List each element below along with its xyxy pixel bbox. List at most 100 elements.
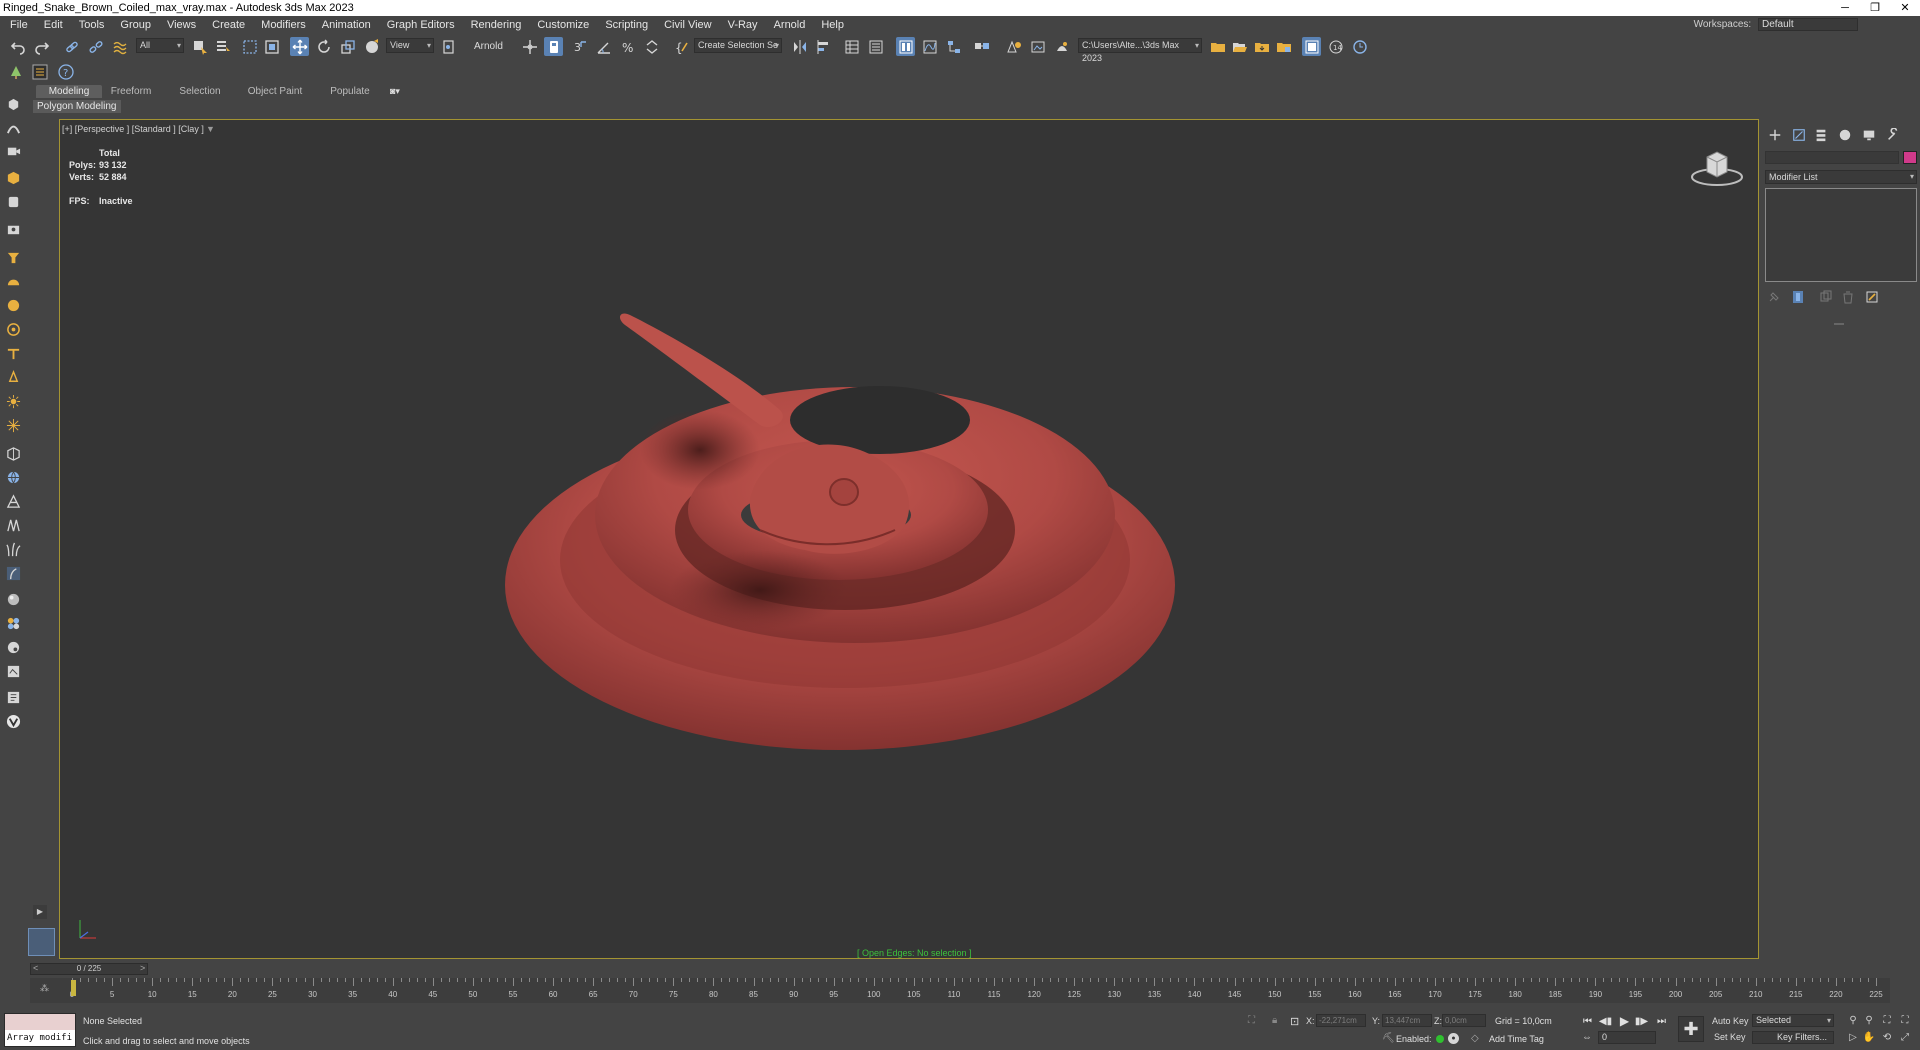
menu-vray[interactable]: V-Ray [720, 19, 766, 31]
save-folder-icon[interactable] [1252, 37, 1271, 56]
create-shape-icon[interactable] [4, 118, 22, 136]
hierarchy-tab-icon[interactable] [1812, 126, 1829, 143]
menu-file[interactable]: File [0, 19, 36, 31]
tab-populate[interactable]: Populate [322, 85, 378, 98]
link-icon[interactable] [62, 37, 81, 56]
go-to-end-icon[interactable]: ⏭ [1654, 1015, 1669, 1028]
viewport-layout-thumbnail[interactable] [28, 928, 55, 956]
previous-frame-icon[interactable]: ◀▮ [1598, 1015, 1613, 1028]
create-box-icon[interactable] [4, 168, 22, 186]
create-light-icon[interactable] [4, 248, 22, 266]
snaps-toggle-icon[interactable]: 3 [570, 37, 589, 56]
pan-view-icon[interactable]: ✋ [1862, 1031, 1876, 1045]
maximize-viewport-icon[interactable]: ⤢ [1898, 1031, 1912, 1045]
set-key-icon[interactable]: ✚ [1678, 1016, 1704, 1042]
adaptive-degradation-icon[interactable]: ● [1448, 1033, 1459, 1044]
asset-folder-icon[interactable] [1274, 37, 1293, 56]
track-bar-menu-icon[interactable]: ⁂ [40, 983, 49, 994]
go-to-start-icon[interactable]: ⏮ [1580, 1015, 1595, 1028]
viewport-layout-icon[interactable] [1302, 37, 1321, 56]
open-folder-icon[interactable] [1230, 37, 1249, 56]
modifier-list-dropdown[interactable]: Modifier List [1765, 170, 1917, 184]
scene-tree-icon[interactable] [6, 62, 25, 81]
close-button[interactable]: ✕ [1890, 0, 1920, 16]
align-icon[interactable] [814, 37, 833, 56]
render-setup-icon[interactable] [1004, 37, 1023, 56]
undo-icon[interactable] [8, 37, 27, 56]
spot-light-icon[interactable] [4, 344, 22, 362]
modify-tab-icon[interactable] [1790, 126, 1807, 143]
selection-filter-dropdown[interactable]: All [136, 38, 184, 53]
make-unique-icon[interactable] [1819, 290, 1833, 304]
window-crossing-icon[interactable] [262, 37, 281, 56]
proxy-icon[interactable] [4, 516, 22, 534]
current-frame-marker[interactable] [71, 980, 76, 996]
outliner-icon[interactable] [30, 62, 49, 81]
material-library-icon[interactable] [4, 614, 22, 632]
modifier-stack[interactable] [1765, 188, 1917, 282]
enabled-indicator[interactable] [1436, 1035, 1444, 1043]
ribbon-options-icon[interactable]: ◙▾ [390, 86, 406, 97]
absolute-mode-icon[interactable]: ⊡ [1290, 1015, 1299, 1028]
maxscript-listener[interactable]: Array modifi [4, 1013, 76, 1047]
menu-create[interactable]: Create [204, 19, 253, 31]
mirror-icon[interactable] [790, 37, 809, 56]
maxscript-output[interactable] [5, 1014, 75, 1030]
toggle-ribbon-icon[interactable] [896, 37, 915, 56]
redo-icon[interactable] [32, 37, 51, 56]
render-elements-icon[interactable] [4, 638, 22, 656]
viewport-expand-button[interactable]: ▶ [33, 905, 47, 919]
menu-rendering[interactable]: Rendering [463, 19, 530, 31]
menu-help[interactable]: Help [813, 19, 852, 31]
globe-icon[interactable] [4, 468, 22, 486]
viewcube-icon[interactable] [1690, 145, 1744, 187]
perspective-viewport[interactable] [59, 119, 1759, 959]
orbit-icon[interactable]: ⟲ [1880, 1031, 1894, 1045]
manipulate-icon[interactable] [520, 37, 539, 56]
pivot-center-icon[interactable] [440, 37, 459, 56]
grass-icon[interactable] [4, 540, 22, 558]
viewport-label[interactable]: [+] [Perspective ] [Standard ] [Clay ] [62, 124, 204, 134]
angle-snap-icon[interactable] [594, 37, 613, 56]
menu-tools[interactable]: Tools [71, 19, 113, 31]
mesh-light-icon[interactable] [4, 320, 22, 338]
selection-lock-icon[interactable]: 🔒︎ [1272, 1015, 1277, 1026]
project-folder-dropdown[interactable]: C:\Users\Alte...\3ds Max 2023 [1078, 38, 1202, 63]
unlink-icon[interactable] [86, 37, 105, 56]
time-tag-icon[interactable]: ⛏ [1382, 1033, 1395, 1044]
material-editor-icon[interactable] [972, 37, 991, 56]
dome-light-icon[interactable] [4, 272, 22, 290]
render-production-icon[interactable] [1052, 37, 1071, 56]
vray-logo-icon[interactable] [4, 712, 22, 730]
menu-group[interactable]: Group [112, 19, 159, 31]
add-time-tag[interactable]: Add Time Tag [1489, 1034, 1544, 1044]
create-camera-icon[interactable] [4, 141, 22, 159]
zoom-extents-icon[interactable]: ⛶ [1880, 1014, 1894, 1028]
key-mode-dropdown[interactable]: Selected [1752, 1014, 1834, 1027]
zoom-icon[interactable]: ⚲ [1846, 1014, 1860, 1028]
scene-explorer-icon[interactable] [842, 37, 861, 56]
time-slider[interactable]: 0 / 225 [30, 963, 148, 975]
edit-named-selection-icon[interactable]: { [672, 37, 691, 56]
panel-divider[interactable] [1834, 323, 1844, 325]
plant-icon[interactable] [4, 564, 22, 582]
select-and-place-icon[interactable] [362, 37, 381, 56]
layer-explorer-icon[interactable] [866, 37, 885, 56]
snake-model[interactable] [60, 120, 1759, 959]
select-and-move-icon[interactable] [290, 37, 309, 56]
help-icon[interactable]: ? [56, 62, 75, 81]
select-and-scale-icon[interactable] [338, 37, 357, 56]
keyboard-shortcut-override-icon[interactable] [544, 37, 563, 56]
select-by-name-icon[interactable] [213, 37, 232, 56]
menu-arnold[interactable]: Arnold [766, 19, 814, 31]
key-filters-button[interactable]: Key Filters... [1752, 1031, 1834, 1044]
time-config-icon[interactable]: ⇔ [1582, 1032, 1592, 1043]
display-tab-icon[interactable] [1860, 126, 1877, 143]
menu-animation[interactable]: Animation [314, 19, 379, 31]
menu-views[interactable]: Views [159, 19, 204, 31]
ies-light-icon[interactable] [4, 368, 22, 386]
tab-object-paint[interactable]: Object Paint [242, 85, 308, 98]
percent-snap-icon[interactable]: % [618, 37, 637, 56]
create-tab-icon[interactable] [1766, 126, 1783, 143]
x-coordinate-field[interactable]: -22,271cm [1316, 1014, 1366, 1027]
